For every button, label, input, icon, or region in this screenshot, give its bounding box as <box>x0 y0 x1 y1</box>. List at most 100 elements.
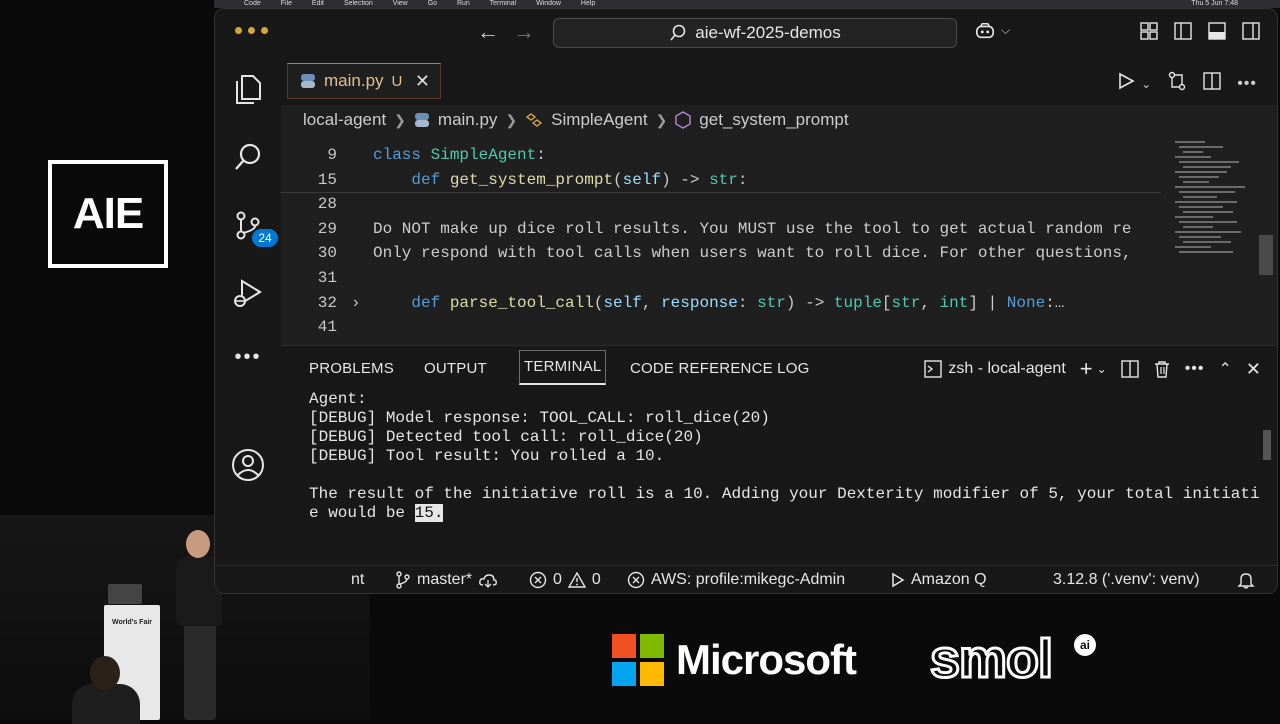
notifications-bell-icon[interactable] <box>1237 570 1255 590</box>
copilot-icon[interactable] <box>975 21 995 41</box>
aws-profile: AWS: profile:mikegc-Admin <box>651 571 846 588</box>
minimap-line <box>1175 201 1237 203</box>
status-remote[interactable]: nt <box>351 570 364 590</box>
breadcrumb-class[interactable]: SimpleAgent <box>551 110 647 130</box>
tab-main-py[interactable]: main.py U ✕ <box>287 63 441 99</box>
menu-edit[interactable]: Edit <box>312 0 324 7</box>
code-line[interactable]: 30 Only respond with tool calls when user… <box>281 241 1161 265</box>
tab-untracked-status: U <box>391 72 403 90</box>
status-aws[interactable]: AWS: profile:mikegc-Admin <box>627 570 845 590</box>
panel-more-icon[interactable]: ••• <box>1185 360 1205 378</box>
more-views-icon[interactable]: ••• <box>230 339 266 375</box>
maximize-panel-icon[interactable]: ⌃ <box>1219 359 1232 379</box>
branch-name: master* <box>417 571 473 588</box>
account-icon[interactable] <box>230 447 266 483</box>
tab-terminal[interactable]: TERMINAL <box>519 350 607 385</box>
minimap-line <box>1183 196 1217 198</box>
menu-window[interactable]: Window <box>536 0 561 7</box>
menu-selection[interactable]: Selection <box>344 0 373 7</box>
terminal-name[interactable]: zsh - local-agent <box>948 360 1065 378</box>
code-editor[interactable]: 9 class SimpleAgent: 15 def get_system_pro… <box>281 135 1161 345</box>
minimap-line <box>1183 241 1231 243</box>
status-amazon-q[interactable]: Amazon Q <box>891 570 987 590</box>
code-line[interactable]: 28 <box>281 192 1161 216</box>
line-number: 32 <box>317 293 337 312</box>
status-branch[interactable]: master* <box>395 570 498 590</box>
terminal-output[interactable]: Agent: [DEBUG] Model response: TOOL_CALL:… <box>309 390 1259 564</box>
breadcrumb-file[interactable]: main.py <box>438 110 498 130</box>
run-chevron-down-icon[interactable]: ⌄ <box>1141 77 1151 91</box>
breadcrumb-folder[interactable]: local-agent <box>303 110 386 130</box>
toggle-secondary-sidebar-icon[interactable] <box>1241 21 1261 41</box>
status-problems[interactable]: 0 0 <box>529 570 601 590</box>
minimap[interactable] <box>1161 135 1261 345</box>
status-python-interpreter[interactable]: 3.12.8 ('.venv': venv) <box>1053 570 1200 590</box>
command-center-search[interactable]: aie-wf-2025-demos <box>553 18 957 48</box>
window-dot-icon[interactable] <box>248 27 255 34</box>
add-terminal-icon[interactable]: + <box>1080 356 1093 382</box>
toggle-panel-icon[interactable] <box>1207 21 1227 41</box>
minimap-line <box>1175 156 1211 158</box>
menu-terminal[interactable]: Terminal <box>490 0 516 7</box>
tab-problems[interactable]: PROBLEMS <box>309 356 394 382</box>
run-file-icon[interactable] <box>1117 72 1135 95</box>
close-icon[interactable]: ✕ <box>415 71 430 92</box>
menu-help[interactable]: Help <box>581 0 595 7</box>
more-actions-icon[interactable]: ••• <box>1237 75 1257 93</box>
code-line[interactable]: 41 <box>281 315 1161 339</box>
close-panel-icon[interactable]: ✕ <box>1246 359 1261 380</box>
menu-go[interactable]: Go <box>428 0 437 7</box>
compare-changes-icon[interactable] <box>1167 71 1187 96</box>
forward-arrow-icon[interactable]: → <box>513 19 535 45</box>
tab-output[interactable]: OUTPUT <box>424 356 487 382</box>
split-editor-icon[interactable] <box>1203 72 1221 95</box>
toggle-sidebar-icon[interactable] <box>1173 21 1193 41</box>
source-control-badge: 24 <box>252 229 278 247</box>
breadcrumb-method[interactable]: get_system_prompt <box>699 110 848 130</box>
split-terminal-icon[interactable] <box>1120 360 1139 378</box>
error-count: 0 <box>553 571 562 588</box>
source-control-icon[interactable]: 24 <box>230 207 278 247</box>
editor-scrollbar[interactable] <box>1259 235 1273 275</box>
code-line[interactable]: 15 def get_system_prompt(self) -> str: <box>281 168 1161 193</box>
code-content: Only respond with tool calls when users … <box>373 244 1132 263</box>
window-dot-icon[interactable] <box>261 27 268 34</box>
run-debug-icon[interactable] <box>230 275 266 311</box>
code-line[interactable]: 31 <box>281 266 1161 290</box>
minimap-line <box>1179 146 1223 148</box>
menu-run[interactable]: Run <box>457 0 470 7</box>
code-line[interactable]: 29 Do NOT make up dice roll results. You … <box>281 217 1161 241</box>
terminal-icon <box>924 360 943 378</box>
amazon-q-label: Amazon Q <box>911 571 987 588</box>
search-icon[interactable] <box>230 139 266 175</box>
window-dot-icon[interactable] <box>235 27 242 34</box>
minimap-line <box>1179 176 1219 178</box>
back-arrow-icon[interactable]: ← <box>477 19 499 45</box>
window-controls <box>235 27 268 34</box>
explorer-icon[interactable] <box>230 71 266 107</box>
customize-layout-icon[interactable] <box>1139 21 1159 41</box>
menu-file[interactable]: File <box>281 0 292 7</box>
terminal-line: [DEBUG] Tool result: You rolled a 10. <box>309 447 665 465</box>
code-line[interactable]: 32 › def parse_tool_call(self, response: … <box>281 291 1161 315</box>
line-number: 41 <box>317 318 337 337</box>
tab-code-reference-log[interactable]: CODE REFERENCE LOG <box>630 356 809 382</box>
bottom-panel: PROBLEMS OUTPUT TERMINAL CODE REFERENCE … <box>281 345 1277 566</box>
terminal-chevron-down-icon[interactable]: ⌄ <box>1097 362 1107 376</box>
smol-wordmark: smol <box>928 629 1054 689</box>
menu-view[interactable]: View <box>393 0 408 7</box>
code-line[interactable]: 9 class SimpleAgent: <box>281 143 1161 167</box>
fold-chevron-icon[interactable]: › <box>351 291 361 315</box>
terminal-scrollbar[interactable] <box>1263 430 1271 460</box>
trash-icon[interactable] <box>1153 360 1171 378</box>
minimap-line <box>1175 171 1227 173</box>
command-center-label: aie-wf-2025-demos <box>695 23 841 42</box>
code-content: def parse_tool_call(self, response: str)… <box>411 293 1065 312</box>
terminal-line: Agent: <box>309 390 367 408</box>
line-number: 9 <box>327 146 337 164</box>
copilot-chevron-down-icon[interactable]: ⌵ <box>1001 23 1010 38</box>
minimap-line <box>1175 186 1245 188</box>
python-file-icon <box>414 113 429 127</box>
menu-app[interactable]: Code <box>244 0 261 7</box>
line-number: 31 <box>317 269 337 287</box>
